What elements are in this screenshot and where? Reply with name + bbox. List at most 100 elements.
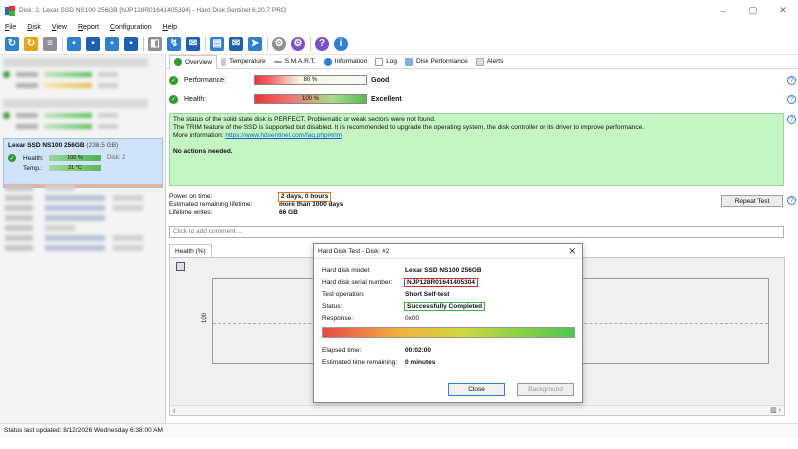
- benchmark-icon[interactable]: ↯: [167, 36, 181, 51]
- status-line: The status of the solid state disk is PE…: [173, 116, 436, 123]
- health-ok-icon: ✓: [169, 94, 178, 104]
- save-icon[interactable]: [176, 262, 185, 271]
- power-on-label: Power on time:: [169, 193, 213, 200]
- smart-icon: [273, 60, 282, 63]
- toolbar: ↻ ↻ ≡ ▪ ▪ ▪ ▪ ◧ ↯ ✉ ▤ ✉ ➤ ⚙ ⚙ ? i: [0, 33, 798, 55]
- dialog-remaining-row: Estimated time remaining: 0 minutes: [322, 358, 436, 366]
- tools-icon[interactable]: ⚙: [291, 36, 305, 51]
- repeat-test-help-icon[interactable]: ?: [787, 196, 796, 205]
- performance-icon: [405, 57, 414, 66]
- app-logo-icon: [5, 5, 15, 16]
- health-row: ✓ Health: 100 % Excellent: [169, 93, 402, 105]
- toolbar-separator: [267, 36, 268, 51]
- document-icon[interactable]: ▤: [210, 36, 224, 51]
- close-window-button[interactable]: ✕: [768, 0, 798, 21]
- menu-report[interactable]: Report: [78, 24, 99, 31]
- surface-test-icon[interactable]: ▪: [67, 36, 81, 51]
- read-test-icon[interactable]: ▪: [86, 36, 100, 51]
- remaining-lifetime-value: more than 1000 days: [279, 201, 344, 208]
- tab-information[interactable]: Information: [320, 56, 372, 68]
- dialog-model-row: Hard disk model: Lexar SSD NS100 256GB: [322, 266, 482, 274]
- disk-health-label: Health:: [23, 154, 44, 162]
- menu-bar: File Disk View Report Configuration Help: [0, 21, 798, 33]
- window-title: Disk: 2, Lexar SSD NS100 256GB [NJP128R0…: [19, 7, 287, 14]
- graph-scrollbar[interactable]: ‹ ▥ ›: [170, 405, 784, 415]
- minimize-button[interactable]: –: [708, 0, 738, 21]
- toolbar-separator: [310, 36, 311, 51]
- refresh-all-icon[interactable]: ↻: [24, 36, 38, 51]
- health-rating: Excellent: [371, 95, 402, 103]
- menu-disk[interactable]: Disk: [27, 24, 41, 31]
- selected-disk-item[interactable]: Lexar SSD NS100 256GB (238.5 GB) ✓ Healt…: [3, 138, 163, 188]
- health-bar: 100 %: [254, 94, 367, 104]
- lifetime-writes-value: 66 GB: [279, 209, 298, 216]
- partition-list: [5, 185, 155, 255]
- disk-health-bar: 100 %: [49, 155, 101, 161]
- menu-view[interactable]: View: [52, 24, 67, 31]
- selected-disk-title: Lexar SSD NS100 256GB (238.5 GB): [8, 142, 119, 149]
- dialog-close-button[interactable]: Close: [448, 383, 505, 396]
- about-icon[interactable]: i: [334, 36, 348, 51]
- trim-faq-link[interactable]: https://www.hdsentinel.com/faq.php#trim: [225, 132, 342, 139]
- elapsed-time-value: 00:02:00: [405, 346, 432, 354]
- dialog-close-icon[interactable]: ✕: [568, 246, 576, 257]
- tab-health-graph[interactable]: Health (%): [169, 244, 212, 258]
- send-icon[interactable]: ➤: [248, 36, 262, 51]
- tab-log[interactable]: Log: [371, 56, 401, 68]
- menu-configuration[interactable]: Configuration: [110, 24, 152, 31]
- list-icon[interactable]: ≡: [43, 36, 57, 51]
- menu-help[interactable]: Help: [163, 24, 177, 31]
- check-icon: [174, 58, 182, 66]
- help-icon[interactable]: ?: [315, 36, 329, 51]
- tab-overview[interactable]: Overview: [169, 54, 218, 69]
- performance-rating: Good: [371, 76, 390, 84]
- hard-disk-test-dialog: Hard Disk Test - Disk: #2 ✕ Hard disk mo…: [313, 243, 583, 403]
- tab-disk-performance[interactable]: Disk Performance: [401, 56, 472, 68]
- disk-list-item[interactable]: [3, 99, 163, 133]
- no-actions-text: No actions needed.: [173, 148, 233, 155]
- disk-model-value: Lexar SSD NS100 256GB: [405, 266, 482, 274]
- report-icon[interactable]: ✉: [186, 36, 200, 51]
- test-operation-value: Short Self-test: [405, 290, 450, 298]
- refresh-icon[interactable]: ↻: [5, 36, 19, 51]
- write-test-icon[interactable]: ▪: [105, 36, 119, 51]
- log-icon: [375, 57, 384, 66]
- status-description: The status of the solid state disk is PE…: [169, 113, 784, 186]
- mail-icon[interactable]: ✉: [229, 36, 243, 51]
- disk-icon[interactable]: ◧: [148, 36, 162, 51]
- repeat-test-button[interactable]: Repeat Test: [721, 195, 783, 207]
- dialog-status-row: Status: Successfully Completed: [322, 301, 486, 311]
- tab-alerts[interactable]: Alerts: [472, 56, 508, 68]
- comment-input[interactable]: Click to add comment ...: [169, 226, 784, 238]
- menu-file[interactable]: File: [5, 24, 16, 31]
- tab-smart[interactable]: S.M.A.R.T.: [270, 56, 320, 68]
- status-bar: Status last updated: 8/12/2026 Wednesday…: [0, 423, 798, 438]
- scroll-left-icon[interactable]: ‹: [173, 406, 176, 416]
- performance-help-icon[interactable]: ?: [787, 76, 796, 85]
- thermometer-icon: [221, 57, 227, 66]
- dialog-title: Hard Disk Test - Disk: #2: [314, 244, 582, 259]
- disk-list-item[interactable]: [3, 58, 163, 92]
- health-help-icon[interactable]: ?: [787, 95, 796, 104]
- test-progress-bar: [322, 327, 575, 338]
- toolbar-separator: [62, 36, 63, 51]
- performance-row: ✓ Performance: 80 % Good: [169, 74, 389, 86]
- health-ok-icon: ✓: [8, 154, 16, 162]
- remaining-time-value: 0 minutes: [405, 358, 436, 366]
- maximize-button[interactable]: ▢: [738, 0, 768, 21]
- performance-bar: 80 %: [254, 75, 367, 85]
- title-bar: Disk: 2, Lexar SSD NS100 256GB [NJP128R0…: [0, 0, 798, 21]
- lifetime-writes-label: Lifetime writes:: [169, 209, 213, 216]
- tab-temperature[interactable]: Temperature: [217, 56, 270, 68]
- dialog-serial-row: Hard disk serial number: NJP128R016414053…: [322, 277, 478, 287]
- dialog-background-button[interactable]: Background: [517, 383, 574, 396]
- disk-list-panel: Lexar SSD NS100 256GB (238.5 GB) ✓ Healt…: [0, 55, 166, 423]
- health-label: Health:: [184, 95, 207, 103]
- graph-y-label: 100: [202, 312, 209, 324]
- alert-icon: [475, 57, 484, 66]
- scroll-right-icon[interactable]: ▥ ›: [770, 407, 781, 415]
- short-test-icon[interactable]: ▪: [124, 36, 138, 51]
- status-help-icon[interactable]: ?: [787, 115, 796, 124]
- settings-icon[interactable]: ⚙: [272, 36, 286, 51]
- lifetime-info: Power on time: 2 days, 0 hours Estimated …: [169, 192, 344, 217]
